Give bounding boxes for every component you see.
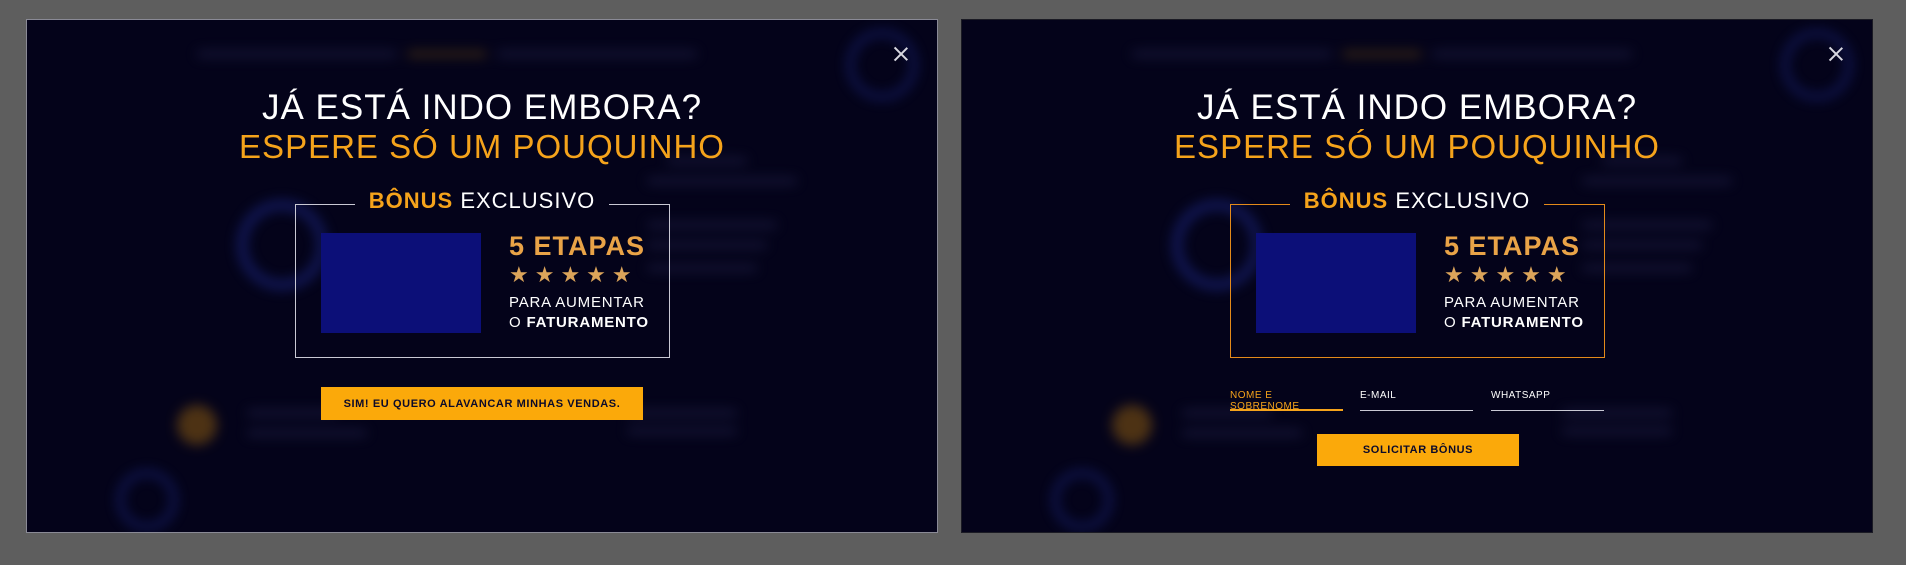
bonus-description-bold: FATURAMENTO [1461,314,1584,331]
close-icon[interactable] [893,46,909,62]
bonus-title: BÔNUS EXCLUSIVO [27,188,937,214]
popup-headline: JÁ ESTÁ INDO EMBORA? [261,88,703,127]
exit-popup-cta-variant: JÁ ESTÁ INDO EMBORA? ESPERE SÓ UM POUQUI… [26,19,938,533]
email-field[interactable]: E-MAIL [1360,386,1473,411]
cta-button[interactable]: SIM! EU QUERO ALAVANCAR MINHAS VENDAS. [321,387,643,420]
product-image [1256,233,1416,333]
bonus-description-prefix: O [1444,314,1462,331]
bonus-description: PARA AUMENTAR O FATURAMENTO [1444,293,1594,333]
submit-button[interactable]: SOLICITAR BÔNUS [1317,434,1519,466]
product-image [321,233,481,333]
popup-subline: ESPERE SÓ UM POUQUINHO [1174,128,1660,165]
bonus-title-rest: EXCLUSIVO [1388,188,1531,213]
bonus-title-strong: BÔNUS [368,188,454,213]
popup-headline: JÁ ESTÁ INDO EMBORA? [1196,88,1638,127]
bonus-title-rest: EXCLUSIVO [453,188,596,213]
whatsapp-field[interactable]: WHATSAPP [1491,386,1604,411]
name-field[interactable]: NOME E SOBRENOME [1230,386,1343,412]
bonus-title: BÔNUS EXCLUSIVO [962,188,1872,214]
close-icon[interactable] [1828,46,1844,62]
popup-subline: ESPERE SÓ UM POUQUINHO [239,128,725,165]
bonus-description: PARA AUMENTAR O FATURAMENTO [509,293,659,333]
exit-popup-form-variant: JÁ ESTÁ INDO EMBORA? ESPERE SÓ UM POUQUI… [961,19,1873,533]
bonus-description-prefix: O [509,314,527,331]
rating-stars-icon: ★★★★★ [1444,262,1573,287]
bonus-description-bold: FATURAMENTO [526,314,649,331]
bonus-title-strong: BÔNUS [1303,188,1389,213]
rating-stars-icon: ★★★★★ [509,262,638,287]
etapas-title: 5 ETAPAS [1444,231,1581,261]
bonus-description-line1: PARA AUMENTAR [1444,294,1580,311]
etapas-title: 5 ETAPAS [509,231,646,261]
bonus-description-line1: PARA AUMENTAR [509,294,645,311]
